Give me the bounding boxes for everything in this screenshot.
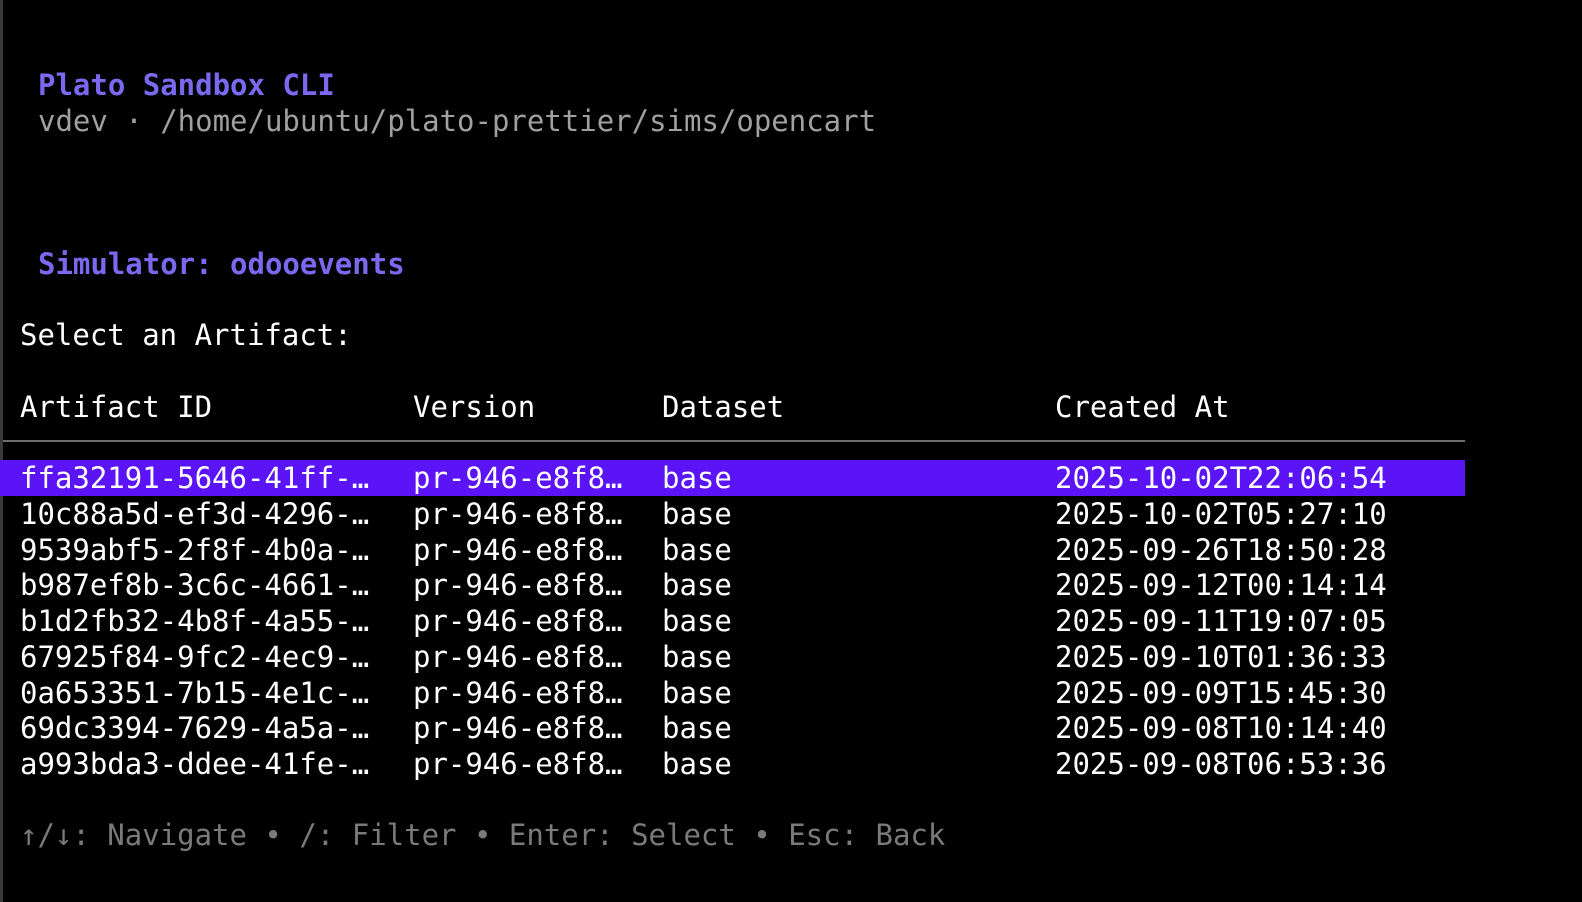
- artifact-row[interactable]: 10c88a5d-ef3d-4296-… pr-946-e8f8… base 2…: [0, 496, 1465, 532]
- dataset-cell: base: [662, 568, 732, 603]
- column-header-version: Version: [413, 390, 536, 424]
- artifact-row[interactable]: b1d2fb32-4b8f-4a55-… pr-946-e8f8… base 2…: [0, 603, 1465, 639]
- version-cell: pr-946-e8f8…: [413, 532, 623, 567]
- dataset-cell: base: [662, 639, 732, 674]
- created-at-cell: 2025-10-02T05:27:10: [1055, 496, 1387, 531]
- version-cell: pr-946-e8f8…: [413, 747, 623, 781]
- version-cell: pr-946-e8f8…: [413, 496, 623, 531]
- dataset-cell: base: [662, 711, 732, 746]
- artifact-list: ffa32191-5646-41ff-… pr-946-e8f8… base 2…: [0, 460, 1465, 782]
- dataset-cell: base: [662, 675, 732, 710]
- artifact-id-cell: a993bda3-ddee-41fe-…: [20, 747, 370, 781]
- version-cell: pr-946-e8f8…: [413, 711, 623, 746]
- version-cell: pr-946-e8f8…: [413, 639, 623, 674]
- artifact-id-cell: 10c88a5d-ef3d-4296-…: [20, 496, 370, 531]
- artifact-id-cell: b1d2fb32-4b8f-4a55-…: [20, 604, 370, 638]
- created-at-cell: 2025-09-26T18:50:28: [1055, 532, 1387, 567]
- simulator-label: Simulator: odooevents: [38, 247, 405, 281]
- created-at-cell: 2025-09-09T15:45:30: [1055, 675, 1387, 710]
- artifact-row[interactable]: 9539abf5-2f8f-4b0a-… pr-946-e8f8… base 2…: [0, 532, 1465, 568]
- created-at-cell: 2025-09-11T19:07:05: [1055, 604, 1387, 638]
- header-divider: [3, 440, 1465, 442]
- column-header-artifact-id: Artifact ID: [20, 390, 213, 424]
- dataset-cell: base: [662, 532, 732, 567]
- artifact-row[interactable]: 67925f84-9fc2-4ec9-… pr-946-e8f8… base 2…: [0, 639, 1465, 675]
- artifact-id-cell: 0a653351-7b15-4e1c-…: [20, 675, 370, 710]
- select-artifact-prompt: Select an Artifact:: [20, 318, 352, 352]
- dataset-cell: base: [662, 747, 732, 781]
- version-cell: pr-946-e8f8…: [413, 675, 623, 710]
- dataset-cell: base: [662, 496, 732, 531]
- artifact-id-cell: 67925f84-9fc2-4ec9-…: [20, 639, 370, 674]
- artifact-row[interactable]: 0a653351-7b15-4e1c-… pr-946-e8f8… base 2…: [0, 675, 1465, 711]
- version-cell: pr-946-e8f8…: [413, 568, 623, 603]
- dataset-cell: base: [662, 461, 732, 495]
- created-at-cell: 2025-09-08T10:14:40: [1055, 711, 1387, 746]
- app-title: Plato Sandbox CLI: [38, 68, 335, 102]
- created-at-cell: 2025-10-02T22:06:54: [1055, 461, 1387, 495]
- artifact-id-cell: b987ef8b-3c6c-4661-…: [20, 568, 370, 603]
- artifact-id-cell: 69dc3394-7629-4a5a-…: [20, 711, 370, 746]
- column-header-dataset: Dataset: [662, 390, 785, 424]
- artifact-row-selected[interactable]: ffa32191-5646-41ff-… pr-946-e8f8… base 2…: [0, 460, 1465, 496]
- version-cell: pr-946-e8f8…: [413, 461, 623, 495]
- keyboard-help-bar: ↑/↓: Navigate • /: Filter • Enter: Selec…: [20, 818, 946, 852]
- artifact-id-cell: ffa32191-5646-41ff-…: [20, 461, 370, 495]
- artifact-row[interactable]: b987ef8b-3c6c-4661-… pr-946-e8f8… base 2…: [0, 567, 1465, 603]
- version-cell: pr-946-e8f8…: [413, 604, 623, 638]
- created-at-cell: 2025-09-12T00:14:14: [1055, 568, 1387, 603]
- artifact-id-cell: 9539abf5-2f8f-4b0a-…: [20, 532, 370, 567]
- dataset-cell: base: [662, 604, 732, 638]
- created-at-cell: 2025-09-10T01:36:33: [1055, 639, 1387, 674]
- table-header: Artifact ID Version Dataset Created At: [0, 389, 1465, 425]
- artifact-row[interactable]: 69dc3394-7629-4a5a-… pr-946-e8f8… base 2…: [0, 710, 1465, 746]
- created-at-cell: 2025-09-08T06:53:36: [1055, 747, 1387, 781]
- column-header-created-at: Created At: [1055, 390, 1230, 424]
- app-subtitle-path: vdev · /home/ubuntu/plato-prettier/sims/…: [38, 104, 877, 138]
- artifact-row[interactable]: a993bda3-ddee-41fe-… pr-946-e8f8… base 2…: [0, 746, 1465, 782]
